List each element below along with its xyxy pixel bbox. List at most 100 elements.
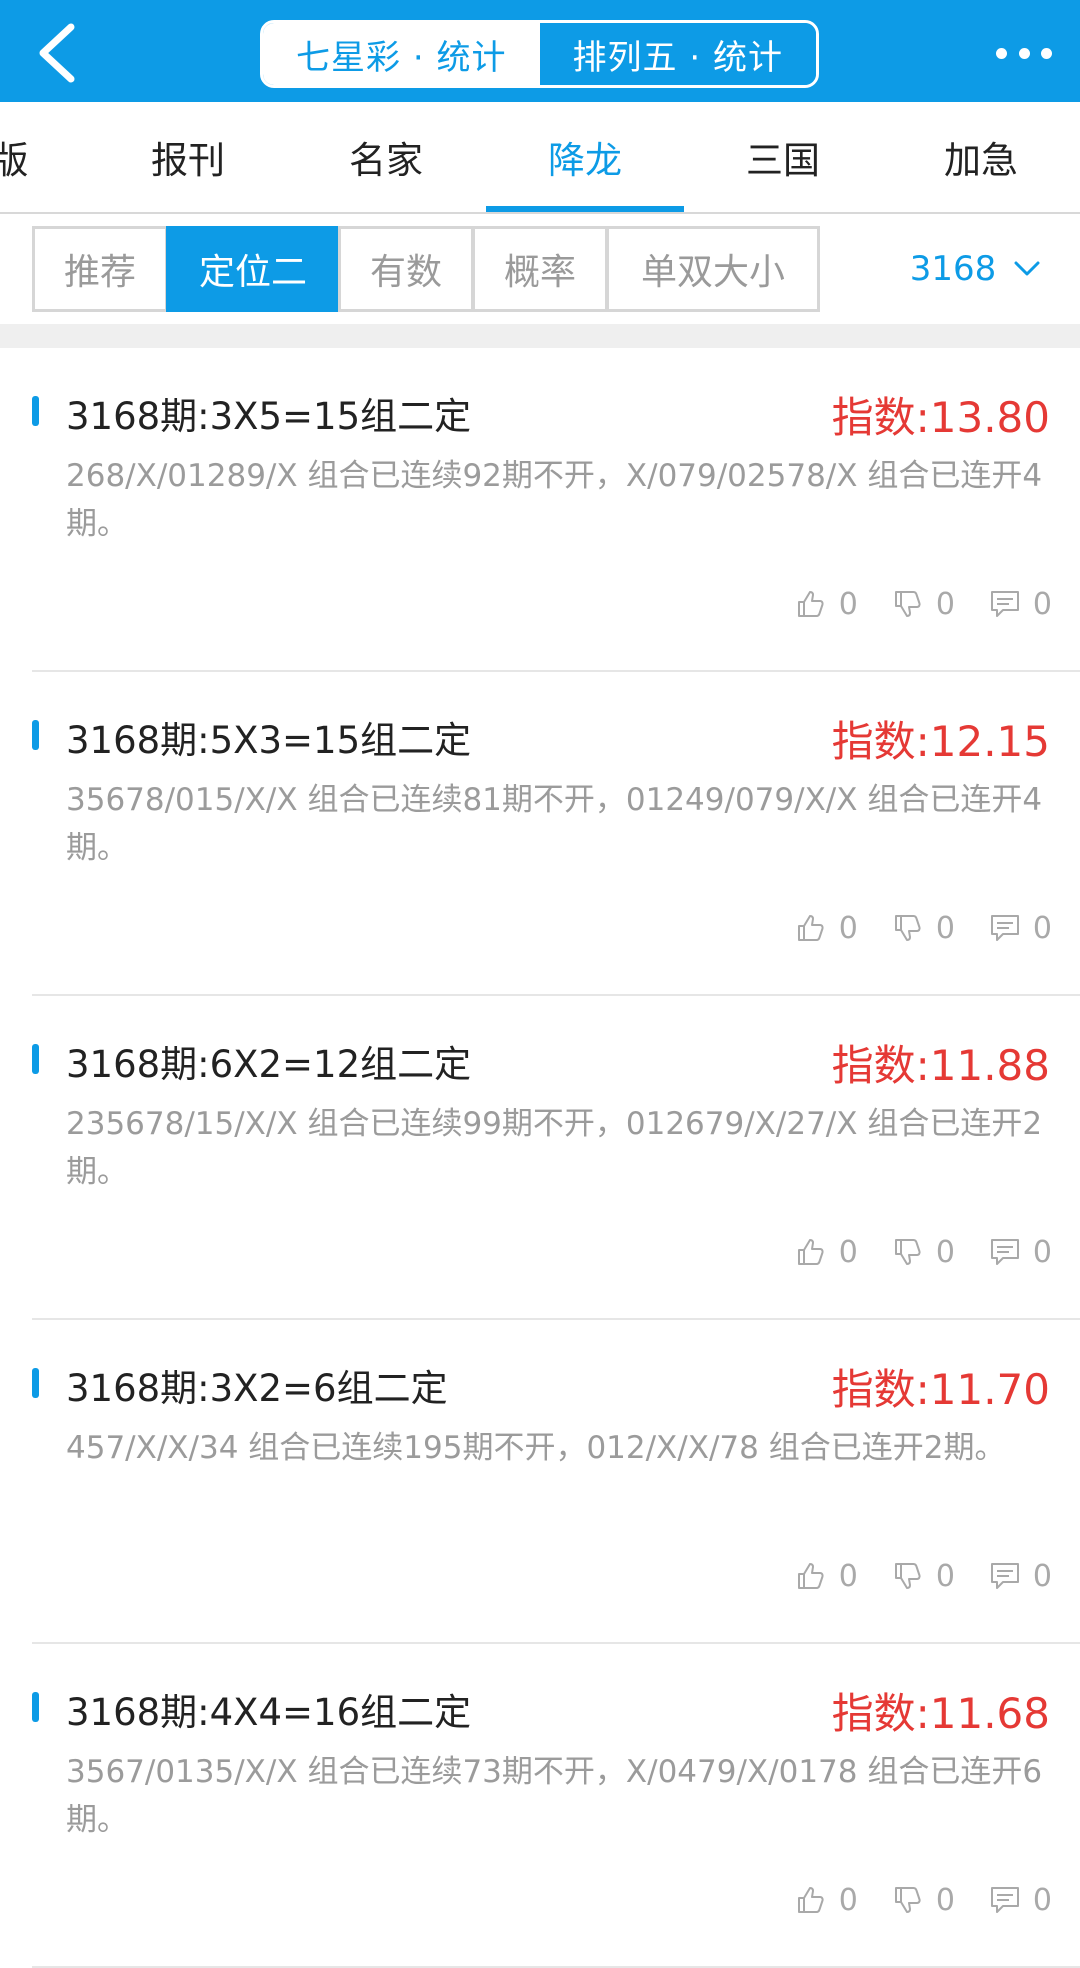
like-count: 0 (838, 910, 858, 946)
tab-jiaji[interactable]: 加急 (881, 102, 1080, 212)
comment-icon (990, 1239, 1019, 1265)
comment-count: 0 (1032, 1882, 1052, 1918)
comment-button[interactable]: 0 (989, 1559, 1052, 1594)
item-index: 指数:11.88 (831, 1041, 1050, 1090)
dislike-count: 0 (935, 1882, 955, 1918)
segment-pailiewu[interactable]: 排列五 · 统计 (539, 23, 816, 85)
filter-youshu[interactable]: 有数 (338, 226, 474, 312)
item-description: 35678/015/X/X 组合已连续81期不开，01249/079/X/X 组… (66, 782, 1043, 866)
like-button[interactable]: 0 (795, 1883, 858, 1918)
dislike-button[interactable]: 0 (892, 1235, 955, 1270)
dislike-button[interactable]: 0 (892, 911, 955, 946)
like-button[interactable]: 0 (795, 1235, 858, 1270)
item-title: 3168期:3X2=6组二定 (66, 1367, 448, 1410)
filter-dingwei-er[interactable]: 定位二 (166, 226, 340, 312)
like-count: 0 (838, 1234, 858, 1270)
list-item[interactable]: 3168期:6X2=12组二定 指数:11.88 235678/15/X/X 组… (32, 996, 1080, 1320)
item-index: 指数:13.80 (831, 393, 1050, 442)
like-button[interactable]: 0 (795, 1559, 858, 1594)
like-button[interactable]: 0 (795, 587, 858, 622)
like-button[interactable]: 0 (795, 911, 858, 946)
segment-qixingcai[interactable]: 七星彩 · 统计 (263, 23, 540, 85)
thumbs-up-icon (797, 1887, 824, 1913)
comment-button[interactable]: 0 (989, 587, 1052, 622)
chevron-left-icon (39, 23, 75, 83)
item-title: 3168期:3X5=15组二定 (66, 395, 472, 438)
more-options-button[interactable] (996, 36, 1052, 70)
dislike-count: 0 (935, 1234, 955, 1270)
stat-list: 3168期:3X5=15组二定 指数:13.80 268/X/01289/X 组… (0, 348, 1080, 1968)
filter-gailv[interactable]: 概率 (472, 226, 608, 312)
accent-bar (32, 720, 39, 750)
comment-button[interactable]: 0 (989, 1235, 1052, 1270)
top-app-bar: 七星彩 · 统计 排列五 · 统计 (0, 0, 1080, 102)
comment-icon (990, 915, 1019, 941)
thumbs-up-icon (797, 1563, 824, 1589)
item-index: 指数:11.70 (831, 1365, 1050, 1414)
item-actions: 0 0 0 (761, 908, 1052, 948)
list-item[interactable]: 3168期:3X5=15组二定 指数:13.80 268/X/01289/X 组… (32, 348, 1080, 672)
like-count: 0 (838, 1882, 858, 1918)
like-count: 0 (838, 1558, 858, 1594)
comment-count: 0 (1032, 1234, 1052, 1270)
filter-tuijian[interactable]: 推荐 (32, 226, 168, 312)
item-actions: 0 0 0 (761, 1880, 1052, 1920)
item-actions: 0 0 0 (761, 584, 1052, 624)
like-count: 0 (838, 586, 858, 622)
more-dots-icon (1018, 47, 1030, 59)
thumbs-down-icon (894, 1563, 921, 1589)
filter-danshuang-daxiao[interactable]: 单双大小 (606, 226, 820, 312)
item-title: 3168期:5X3=15组二定 (66, 719, 472, 762)
list-item[interactable]: 3168期:4X4=16组二定 指数:11.68 3567/0135/X/X 组… (32, 1644, 1080, 1968)
thumbs-up-icon (797, 1239, 824, 1265)
period-dropdown[interactable]: 3168 (900, 226, 1050, 312)
comment-count: 0 (1032, 586, 1052, 622)
accent-bar (32, 396, 39, 426)
thumbs-down-icon (894, 1239, 921, 1265)
accent-bar (32, 1692, 39, 1722)
back-button[interactable] (22, 18, 92, 88)
item-description: 268/X/01289/X 组合已连续92期不开，X/079/02578/X 组… (66, 458, 1043, 542)
tab-baokan[interactable]: 报刊 (88, 102, 288, 212)
dislike-button[interactable]: 0 (892, 1559, 955, 1594)
item-actions: 0 0 0 (761, 1556, 1052, 1596)
comment-icon (990, 1563, 1019, 1589)
item-actions: 0 0 0 (761, 1232, 1052, 1272)
more-dots-icon (1041, 47, 1052, 59)
accent-bar (32, 1368, 39, 1398)
active-tab-indicator (486, 206, 684, 212)
comment-button[interactable]: 0 (989, 911, 1052, 946)
accent-bar (32, 1044, 39, 1074)
section-divider (0, 324, 1080, 348)
thumbs-down-icon (894, 915, 921, 941)
more-dots-icon (996, 47, 1007, 59)
list-item[interactable]: 3168期:5X3=15组二定 指数:12.15 35678/015/X/X 组… (32, 672, 1080, 996)
chevron-down-icon (1014, 261, 1040, 276)
comment-icon (990, 1887, 1019, 1913)
dislike-button[interactable]: 0 (892, 1883, 955, 1918)
tab-xianglong[interactable]: 降龙 (485, 102, 685, 212)
dislike-count: 0 (935, 910, 955, 946)
comment-icon (990, 591, 1019, 617)
thumbs-up-icon (797, 915, 824, 941)
comment-count: 0 (1032, 1558, 1052, 1594)
item-description: 3567/0135/X/X 组合已连续73期不开，X/0479/X/0178 组… (66, 1754, 1043, 1838)
item-title: 3168期:6X2=12组二定 (66, 1043, 472, 1086)
thumbs-down-icon (894, 1887, 921, 1913)
item-index: 指数:12.15 (831, 717, 1050, 766)
item-title: 3168期:4X4=16组二定 (66, 1691, 472, 1734)
list-item[interactable]: 3168期:3X2=6组二定 指数:11.70 457/X/X/34 组合已连续… (32, 1320, 1080, 1644)
filter-bar: 推荐 定位二 有数 概率 单双大小 3168 (0, 214, 1080, 324)
item-index: 指数:11.68 (831, 1689, 1050, 1738)
comment-count: 0 (1032, 910, 1052, 946)
thumbs-up-icon (797, 591, 824, 617)
dislike-count: 0 (935, 1558, 955, 1594)
dislike-count: 0 (935, 586, 955, 622)
item-description: 457/X/X/34 组合已连续195期不开，012/X/X/78 组合已连开2… (66, 1430, 1006, 1466)
dislike-button[interactable]: 0 (892, 587, 955, 622)
tab-mingjia[interactable]: 名家 (286, 102, 486, 212)
tab-sanguo[interactable]: 三国 (683, 102, 883, 212)
period-value: 3168 (909, 249, 997, 289)
category-tabs: 版 报刊 名家 降龙 三国 加急 (0, 102, 1080, 214)
comment-button[interactable]: 0 (989, 1883, 1052, 1918)
